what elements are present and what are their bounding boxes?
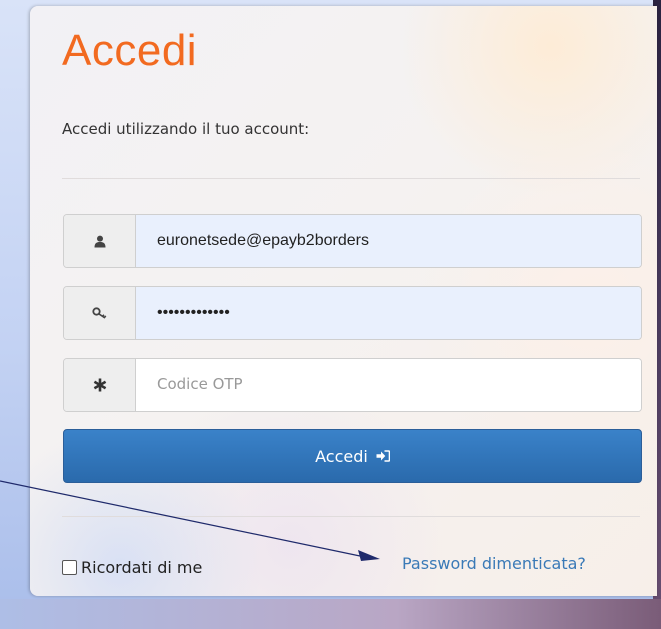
forgot-password-link[interactable]: Password dimenticata? (402, 554, 586, 573)
sign-in-icon (376, 450, 390, 462)
divider-bottom (62, 516, 640, 517)
password-input[interactable] (136, 287, 641, 339)
otp-group (63, 358, 642, 412)
login-button[interactable]: Accedi (63, 429, 642, 483)
remember-me-label: Ricordati di me (81, 558, 203, 577)
login-button-label: Accedi (315, 446, 368, 466)
remember-me[interactable]: Ricordati di me (62, 558, 202, 577)
username-input[interactable] (136, 215, 641, 267)
remember-me-checkbox[interactable] (62, 560, 77, 575)
otp-input[interactable] (136, 359, 641, 411)
page-title: Accedi (62, 26, 198, 75)
username-group (63, 214, 642, 268)
login-subtitle: Accedi utilizzando il tuo account: (62, 120, 310, 138)
key-icon (64, 287, 136, 339)
divider-top (62, 178, 640, 179)
asterisk-icon (64, 359, 136, 411)
background-bottom (0, 599, 661, 629)
user-icon (64, 215, 136, 267)
password-group (63, 286, 642, 340)
login-panel: Accedi Accedi utilizzando il tuo account… (30, 6, 657, 596)
